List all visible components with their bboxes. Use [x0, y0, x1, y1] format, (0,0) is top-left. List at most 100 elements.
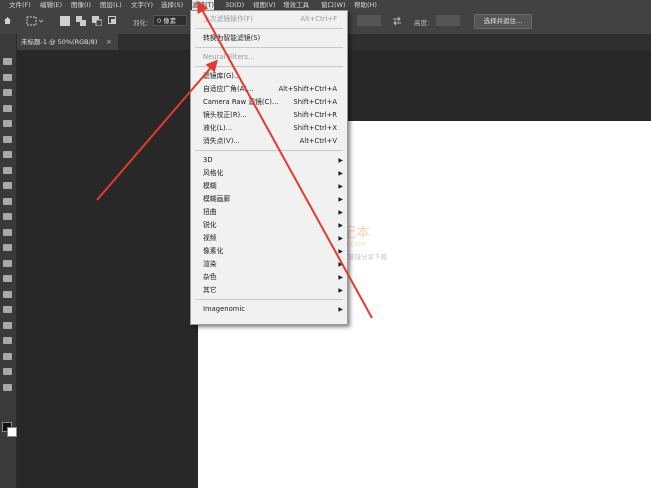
filter-menu-item[interactable]: 消失点(V)... Alt+Ctrl+V	[191, 135, 347, 148]
close-tab-icon[interactable]: ×	[106, 34, 112, 50]
swap-icon[interactable]	[392, 16, 402, 26]
more-tool-icon[interactable]	[3, 383, 12, 391]
menu-11[interactable]: 帮助(H)	[354, 0, 377, 10]
menu-3[interactable]: 图层(L)	[100, 0, 122, 10]
submenu-arrow-icon: ▶	[338, 287, 343, 294]
filter-menu-item[interactable]: Imagenomic ▶	[191, 303, 347, 316]
menu-separator	[195, 47, 343, 48]
marquee-tool-icon[interactable]	[3, 73, 12, 81]
menu-4[interactable]: 文字(Y)	[131, 0, 153, 10]
menu-bar: 文件(F) 编辑(E) 图像(I) 图层(L) 文字(Y) 选择(S) 滤镜(T) 3D(D)…	[0, 0, 651, 10]
filter-menu-item[interactable]: 模糊画廊 ▶	[191, 193, 347, 206]
filter-menu-item[interactable]: Camera Raw 滤镜(C)... Shift+Ctrl+A	[191, 96, 347, 109]
crop-tool-icon[interactable]	[3, 120, 12, 127]
filter-menu-item-shortcut: Alt+Shift+Ctrl+A	[278, 85, 337, 93]
subtract-selection-icon[interactable]	[92, 16, 103, 27]
menu-0[interactable]: 文件(F)	[9, 0, 31, 10]
background-color-swatch[interactable]	[7, 427, 17, 437]
shape-tool-icon[interactable]	[3, 337, 12, 344]
add-selection-icon[interactable]	[76, 16, 86, 26]
filter-menu-item-label: 镜头校正(R)...	[203, 111, 247, 119]
filter-menu-item-shortcut: Alt+Ctrl+V	[299, 137, 337, 145]
filter-menu-item-label: 滤镜库(G)...	[203, 72, 241, 80]
filter-menu-item[interactable]: 渲染 ▶	[191, 258, 347, 271]
filter-menu-item-label: 像素化	[203, 247, 224, 255]
home-icon[interactable]	[3, 16, 12, 25]
menu-2[interactable]: 图像(I)	[71, 0, 91, 10]
dodge-tool-icon[interactable]	[3, 275, 12, 282]
filter-menu-item-label: 模糊画廊	[203, 195, 231, 203]
document-tab-title: 未标题-1 @ 50%(RGB/8)	[21, 38, 98, 46]
filter-menu-item[interactable]: 视频 ▶	[191, 232, 347, 245]
new-selection-icon[interactable]	[60, 16, 70, 26]
filter-menu-item-shortcut: Alt+Ctrl+F	[300, 15, 337, 23]
filter-menu-item[interactable]: 自适应广角(A)... Alt+Shift+Ctrl+A	[191, 83, 347, 96]
filter-menu-item-label: 其它	[203, 286, 217, 294]
select-and-mask-button[interactable]: 选择并遮住...	[474, 14, 532, 29]
eyedropper-tool-icon[interactable]	[3, 151, 12, 158]
stamp-tool-icon[interactable]	[3, 197, 12, 205]
filter-menu-item[interactable]: Neural Filters...	[191, 51, 347, 64]
document-tab[interactable]: 未标题-1 @ 50%(RGB/8) ×	[16, 34, 118, 50]
filter-menu-item[interactable]: 扭曲 ▶	[191, 206, 347, 219]
filter-menu-item-label: 扭曲	[203, 208, 217, 216]
path-select-tool-icon[interactable]	[3, 321, 12, 329]
filter-menu-item[interactable]: 上次滤镜操作(F) Alt+Ctrl+F	[191, 13, 347, 26]
filter-menu-item-label: 杂色	[203, 273, 217, 281]
frame-tool-icon[interactable]	[3, 135, 12, 143]
gradient-tool-icon[interactable]	[3, 244, 12, 251]
filter-menu-item[interactable]: 液化(L)... Shift+Ctrl+X	[191, 122, 347, 135]
filter-menu-item[interactable]: 锐化 ▶	[191, 219, 347, 232]
filter-menu-item-label: 视频	[203, 234, 217, 242]
submenu-arrow-icon: ▶	[338, 306, 343, 313]
healing-tool-icon[interactable]	[3, 166, 12, 174]
height-label: 高度:	[414, 19, 430, 27]
filter-menu-item[interactable]: 转换为智能滤镜(S)	[191, 32, 347, 45]
menu-8[interactable]: 视图(V)	[253, 0, 276, 10]
filter-menu-item-label: 风格化	[203, 169, 224, 177]
quick-select-tool-icon[interactable]	[3, 104, 12, 112]
filter-menu-item-label: 液化(L)...	[203, 124, 233, 132]
submenu-arrow-icon: ▶	[338, 248, 343, 255]
height-input[interactable]	[436, 15, 460, 26]
hand-tool-icon[interactable]	[3, 352, 12, 360]
brush-tool-icon[interactable]	[3, 182, 12, 189]
pen-tool-icon[interactable]	[3, 290, 12, 298]
marquee-tool-icon[interactable]	[26, 16, 44, 26]
filter-menu-item-label: 自适应广角(A)...	[203, 85, 254, 93]
filter-menu-item[interactable]: 像素化 ▶	[191, 245, 347, 258]
type-tool-icon[interactable]	[3, 306, 12, 313]
menu-7[interactable]: 3D(D)	[225, 0, 244, 10]
lasso-tool-icon[interactable]	[3, 89, 12, 96]
filter-menu-item[interactable]: 其它 ▶	[191, 284, 347, 297]
zoom-tool-icon[interactable]	[3, 368, 12, 375]
filter-menu-item[interactable]: 杂色 ▶	[191, 271, 347, 284]
filter-menu-item[interactable]: 镜头校正(R)... Shift+Ctrl+R	[191, 109, 347, 122]
history-brush-tool-icon[interactable]	[3, 213, 12, 220]
submenu-arrow-icon: ▶	[338, 196, 343, 203]
submenu-arrow-icon: ▶	[338, 183, 343, 190]
menu-separator	[195, 150, 343, 151]
width-input[interactable]	[357, 15, 381, 26]
submenu-arrow-icon: ▶	[338, 261, 343, 268]
filter-menu-item[interactable]: 模糊 ▶	[191, 180, 347, 193]
menu-5[interactable]: 选择(S)	[161, 0, 183, 10]
move-tool-icon[interactable]	[3, 58, 12, 65]
blur-tool-icon[interactable]	[3, 259, 12, 267]
menu-9[interactable]: 增效工具	[283, 0, 309, 10]
filter-menu-item-label: 上次滤镜操作(F)	[203, 15, 253, 23]
filter-menu-item[interactable]: 3D ▶	[191, 154, 347, 167]
menu-10[interactable]: 窗口(W)	[321, 0, 346, 10]
submenu-arrow-icon: ▶	[338, 209, 343, 216]
filter-menu-item[interactable]: 风格化 ▶	[191, 167, 347, 180]
menu-6[interactable]: 滤镜(T)	[192, 0, 215, 10]
filter-menu-item[interactable]: 滤镜库(G)...	[191, 70, 347, 83]
menu-separator	[195, 66, 343, 67]
filter-menu-item-label: Camera Raw 滤镜(C)...	[203, 98, 279, 106]
eraser-tool-icon[interactable]	[3, 228, 12, 236]
filter-menu-item-label: 消失点(V)...	[203, 137, 240, 145]
menu-1[interactable]: 编辑(E)	[40, 0, 62, 10]
feather-input[interactable]: 0 像素	[153, 15, 187, 26]
intersect-selection-icon[interactable]	[108, 16, 118, 26]
filter-menu-item-shortcut: Shift+Ctrl+A	[293, 98, 337, 106]
